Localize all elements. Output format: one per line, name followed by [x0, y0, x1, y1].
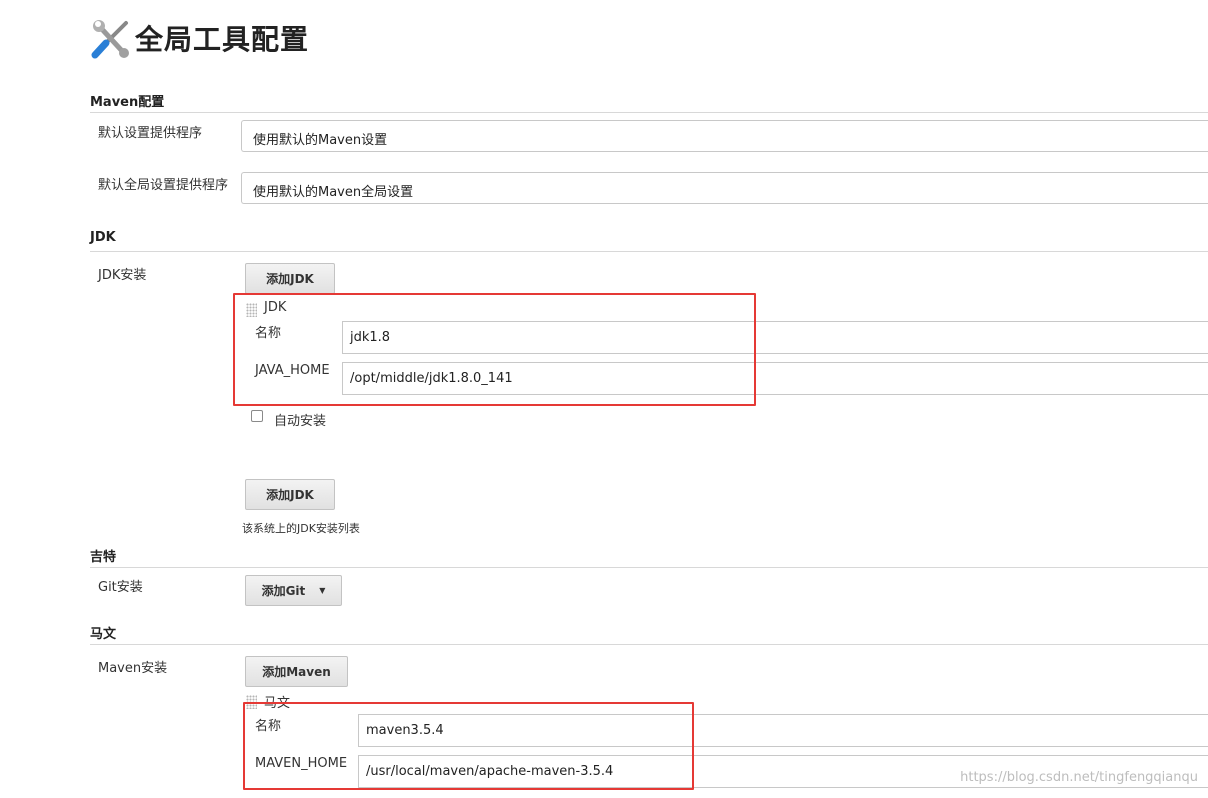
maven-config-heading: Maven配置	[90, 95, 165, 110]
add-maven-button[interactable]: 添加Maven	[245, 656, 348, 687]
tools-icon	[90, 18, 132, 60]
jdk-help-text: 该系统上的JDK安装列表	[242, 522, 360, 535]
jdk-heading: JDK	[90, 230, 116, 245]
caret-down-icon: ▼	[319, 586, 326, 595]
auto-install-checkbox[interactable]	[251, 410, 263, 422]
maven-install-label: Maven安装	[98, 661, 168, 676]
add-git-label: 添加Git	[261, 584, 306, 598]
section-divider	[90, 112, 1208, 113]
git-install-label: Git安装	[98, 580, 143, 595]
default-settings-select[interactable]: 使用默认的Maven设置	[241, 120, 1208, 152]
global-settings-label: 默认全局设置提供程序	[98, 178, 229, 193]
maven-heading: 马文	[90, 627, 117, 642]
add-git-dropdown-button[interactable]: 添加Git ▼	[245, 575, 342, 606]
section-divider	[90, 644, 1208, 645]
highlight-box	[233, 293, 756, 406]
highlight-box	[243, 702, 694, 790]
section-divider	[90, 251, 1208, 252]
jdk-install-label: JDK安装	[98, 268, 147, 283]
page-title: 全局工具配置	[135, 23, 310, 56]
add-jdk-button[interactable]: 添加JDK	[245, 263, 335, 294]
watermark: https://blog.csdn.net/tingfengqianqu	[960, 770, 1198, 785]
auto-install-label: 自动安装	[274, 414, 327, 429]
git-heading: 吉特	[90, 550, 117, 565]
global-settings-select[interactable]: 使用默认的Maven全局设置	[241, 172, 1208, 204]
default-settings-label: 默认设置提供程序	[98, 126, 203, 141]
section-divider	[90, 567, 1208, 568]
add-jdk-button-bottom[interactable]: 添加JDK	[245, 479, 335, 510]
